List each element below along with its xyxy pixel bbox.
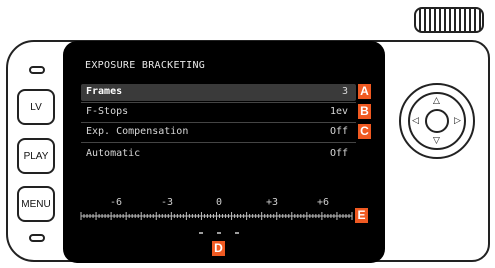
callout-e: E xyxy=(355,208,368,223)
callout-d: D xyxy=(212,241,225,256)
exposure-scale xyxy=(80,212,353,234)
